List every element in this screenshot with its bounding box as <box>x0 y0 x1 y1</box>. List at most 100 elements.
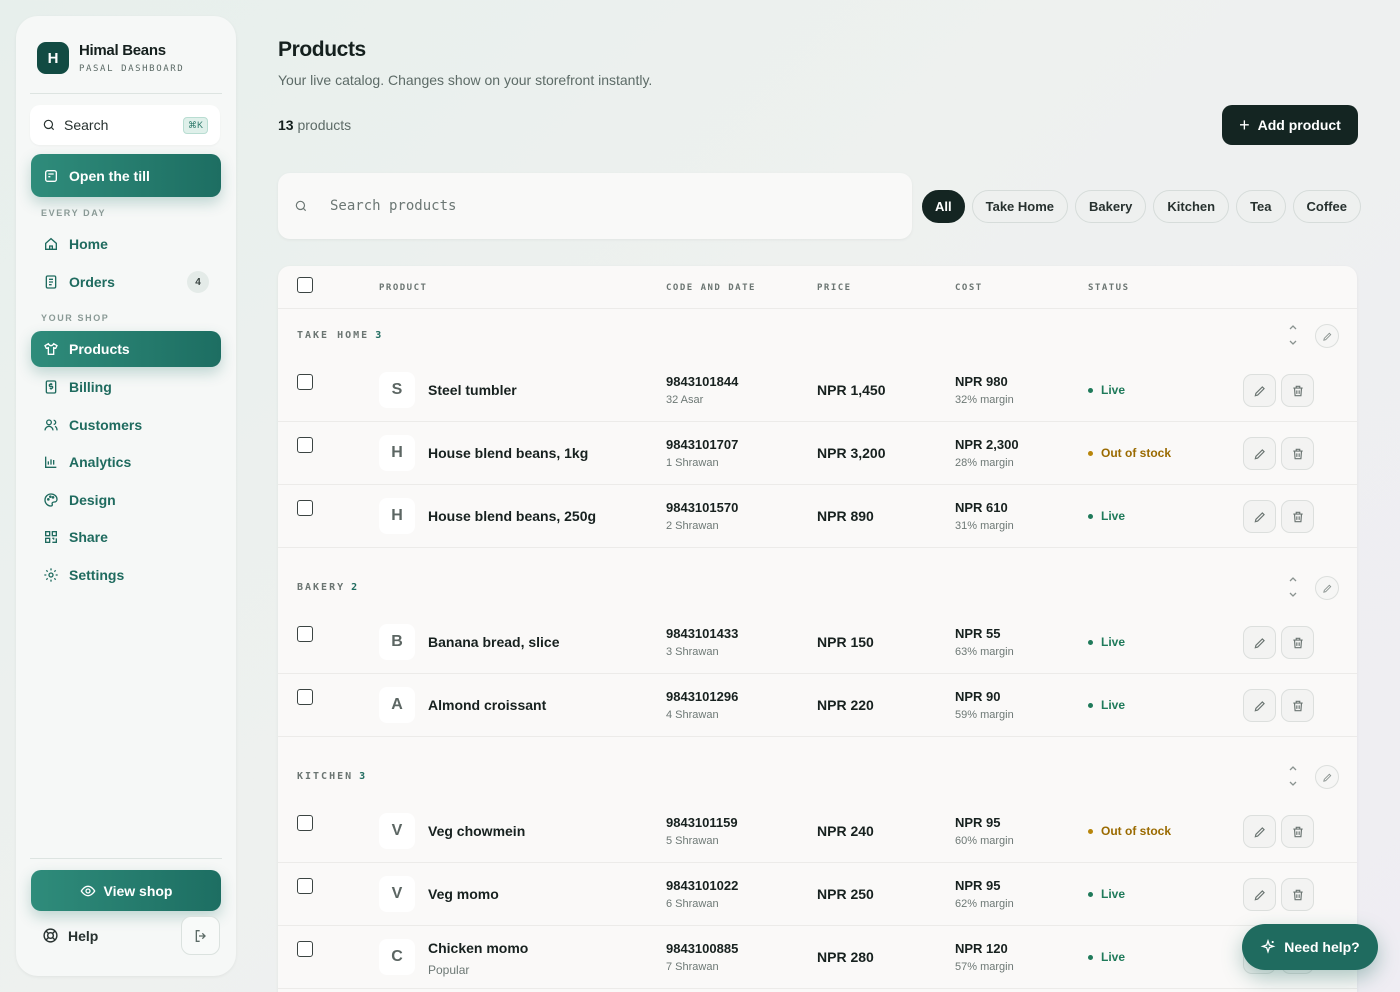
product-date: 1 Shrawan <box>666 457 719 469</box>
sidebar-search[interactable]: Search ⌘K <box>30 105 220 145</box>
edit-group-button[interactable] <box>1315 576 1339 600</box>
sidebar-item-billing[interactable]: Billing <box>31 369 221 405</box>
reorder-handle[interactable] <box>1288 764 1298 793</box>
row-checkbox[interactable] <box>297 941 313 957</box>
edit-product-button[interactable] <box>1243 815 1276 848</box>
open-till-button[interactable]: Open the till <box>31 154 221 197</box>
chip-all[interactable]: All <box>922 190 965 223</box>
table-row[interactable]: B Banana bread, slice 9843101433 3 Shrawan N… <box>278 611 1357 674</box>
sidebar-item-settings[interactable]: Settings <box>31 557 221 593</box>
home-icon <box>45 237 57 250</box>
product-name[interactable]: Banana bread, slice <box>428 634 560 650</box>
eye-icon <box>80 885 95 896</box>
chip-bakery[interactable]: Bakery <box>1075 190 1147 223</box>
trash-icon <box>1292 448 1303 459</box>
view-shop-label: View shop <box>103 882 173 899</box>
table-row[interactable]: H House blend beans, 250g 9843101570 2 Shra… <box>278 485 1357 548</box>
product-initial: B <box>379 624 415 660</box>
product-initial: A <box>379 687 415 723</box>
product-cost: NPR 55 <box>955 626 1001 641</box>
delete-product-button[interactable] <box>1281 815 1314 848</box>
select-all-checkbox[interactable] <box>297 277 313 293</box>
edit-product-button[interactable] <box>1243 374 1276 407</box>
pencil-icon <box>1322 584 1331 593</box>
table-row[interactable]: C Chicken momo Popular 9843100885 7 Shrawan N… <box>278 926 1357 989</box>
product-count-label: products <box>297 117 352 133</box>
product-margin: 28% margin <box>955 457 1014 469</box>
row-checkbox[interactable] <box>297 815 313 831</box>
help-link[interactable]: Help <box>42 927 98 944</box>
status-badge: Live <box>1088 383 1125 397</box>
add-product-button[interactable]: + Add product <box>1222 105 1358 145</box>
product-name[interactable]: House blend beans, 250g <box>428 508 596 524</box>
edit-product-button[interactable] <box>1243 437 1276 470</box>
row-checkbox[interactable] <box>297 500 313 516</box>
sidebar-item-orders[interactable]: Orders 4 <box>31 264 221 300</box>
sidebar-item-analytics[interactable]: Analytics <box>31 444 221 480</box>
row-checkbox[interactable] <box>297 374 313 390</box>
sidebar-item-design[interactable]: Design <box>31 482 221 518</box>
divider <box>30 858 222 859</box>
product-name[interactable]: Chicken momo <box>428 940 528 956</box>
logout-button[interactable] <box>181 916 220 955</box>
table-row[interactable]: H House blend beans, 1kg 9843101707 1 Shraw… <box>278 422 1357 485</box>
product-cost: NPR 120 <box>955 941 1008 956</box>
edit-product-button[interactable] <box>1243 878 1276 911</box>
delete-product-button[interactable] <box>1281 374 1314 407</box>
reorder-icon <box>1289 325 1297 345</box>
reorder-handle[interactable] <box>1288 323 1298 352</box>
status-badge: Live <box>1088 509 1125 523</box>
product-code: 9843100885 <box>666 941 739 956</box>
product-name[interactable]: Steel tumbler <box>428 382 517 398</box>
page-subtitle: Your live catalog. Changes show on your … <box>278 72 653 88</box>
product-code: 9843101844 <box>666 374 739 389</box>
table-row[interactable]: V Veg momo 9843101022 6 Shrawan NPR 250 NPR 9… <box>278 863 1357 926</box>
chip-tea[interactable]: Tea <box>1236 190 1286 223</box>
lifebuoy-icon <box>43 928 58 943</box>
view-shop-button[interactable]: View shop <box>31 870 221 911</box>
edit-group-button[interactable] <box>1315 324 1339 348</box>
delete-product-button[interactable] <box>1281 689 1314 722</box>
edit-product-button[interactable] <box>1243 500 1276 533</box>
sidebar-item-products[interactable]: Products <box>31 331 221 367</box>
sidebar-item-label: Home <box>69 236 108 252</box>
add-product-label: Add product <box>1257 117 1341 133</box>
product-name[interactable]: House blend beans, 1kg <box>428 445 588 461</box>
reorder-handle[interactable] <box>1288 575 1298 604</box>
table-row[interactable]: S Steel tumbler 9843101844 32 Asar NPR 1,450… <box>278 359 1357 422</box>
chip-kitchen[interactable]: Kitchen <box>1153 190 1230 223</box>
product-search-input[interactable]: Search products <box>278 173 912 239</box>
edit-group-button[interactable] <box>1315 765 1339 789</box>
product-price: NPR 280 <box>817 949 874 965</box>
edit-product-button[interactable] <box>1243 626 1276 659</box>
sidebar-item-customers[interactable]: Customers <box>31 407 221 443</box>
edit-product-button[interactable] <box>1243 689 1276 722</box>
product-search-placeholder: Search products <box>330 198 457 214</box>
delete-product-button[interactable] <box>1281 500 1314 533</box>
row-checkbox[interactable] <box>297 626 313 642</box>
table-row[interactable]: V Veg chowmein 9843101159 5 Shrawan NPR 240 N… <box>278 800 1357 863</box>
row-checkbox[interactable] <box>297 689 313 705</box>
gear-icon <box>44 568 58 582</box>
product-name[interactable]: Veg momo <box>428 886 499 902</box>
sidebar-item-label: Settings <box>69 567 125 583</box>
sidebar-item-label: Customers <box>69 417 143 433</box>
product-name[interactable]: Veg chowmein <box>428 823 525 839</box>
help-label: Help <box>68 927 99 944</box>
row-checkbox[interactable] <box>297 878 313 894</box>
chip-take-home[interactable]: Take Home <box>971 190 1069 223</box>
delete-product-button[interactable] <box>1281 626 1314 659</box>
sidebar-item-home[interactable]: Home <box>31 226 221 262</box>
chip-coffee[interactable]: Coffee <box>1292 190 1361 223</box>
product-name[interactable]: Almond croissant <box>428 697 546 713</box>
sidebar-item-share[interactable]: Share <box>31 519 221 555</box>
table-row[interactable]: A Almond croissant 9843101296 4 Shrawan NPR … <box>278 674 1357 737</box>
need-help-button[interactable]: Need help? <box>1242 924 1378 970</box>
sidebar: H Himal Beans PASAL DASHBOARD Search ⌘K … <box>16 16 236 976</box>
product-date: 5 Shrawan <box>666 835 719 847</box>
brand-subtitle: PASAL DASHBOARD <box>79 64 185 74</box>
row-checkbox[interactable] <box>297 437 313 453</box>
delete-product-button[interactable] <box>1281 878 1314 911</box>
delete-product-button[interactable] <box>1281 437 1314 470</box>
brand[interactable]: H Himal Beans PASAL DASHBOARD <box>37 42 184 74</box>
